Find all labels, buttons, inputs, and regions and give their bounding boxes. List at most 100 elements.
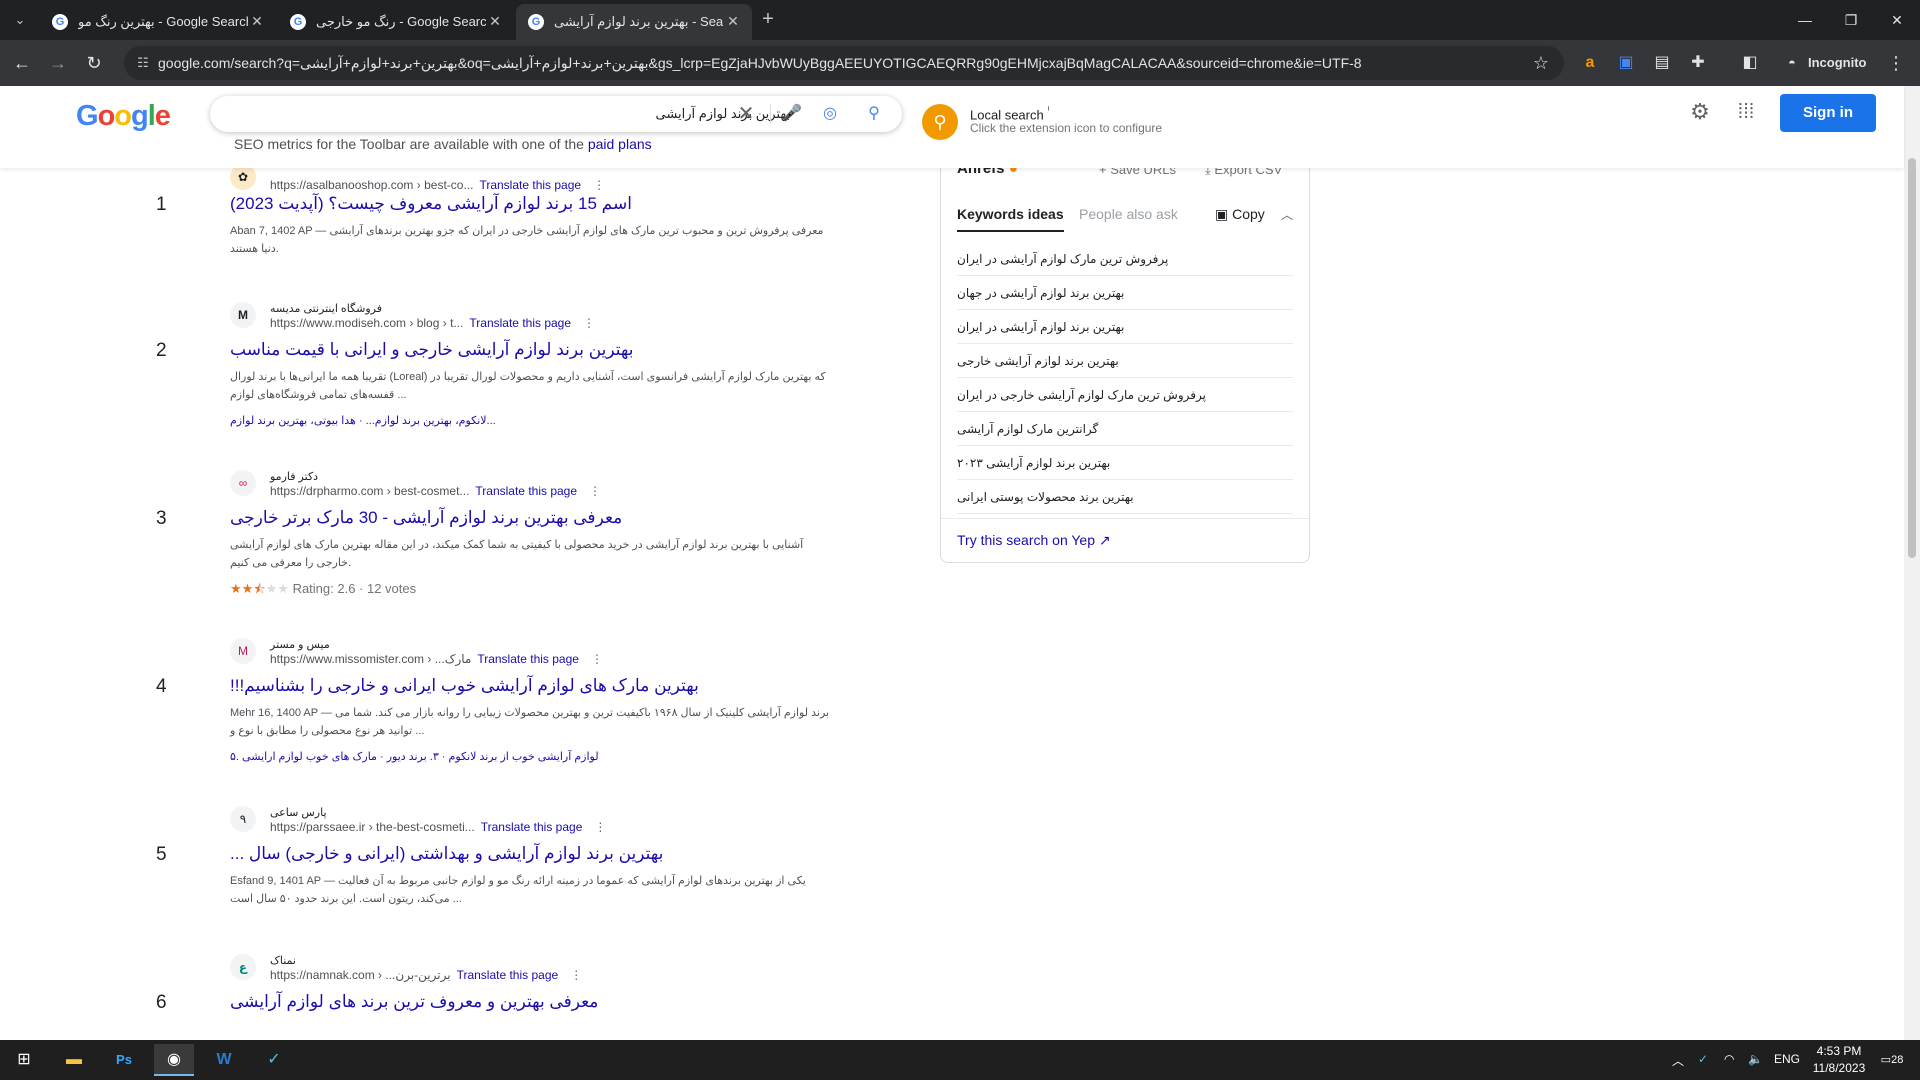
keyword-item[interactable]: پرفروش ترین مارک لوازم آرایشی در ایران	[957, 242, 1293, 276]
result-title[interactable]: بهترین برند لوازم آرایشی و بهداشتی (ایرا…	[230, 844, 663, 864]
result-more-icon[interactable]: ⋮	[591, 652, 603, 666]
result-sitelinks[interactable]: ۵. لوازم آرایشی خوب از برند لانکوم · ۳. …	[230, 750, 599, 763]
chrome-taskbar-icon[interactable]: ◉	[154, 1044, 194, 1076]
sidepanel-icon[interactable]: ◧	[1738, 51, 1762, 75]
back-icon[interactable]: ←	[10, 51, 34, 75]
tab-1[interactable]: بهترین رنگ مو - Google Search ✕	[40, 4, 276, 40]
result-title[interactable]: بهترین برند لوازم آرایشی خارجی و ایرانی …	[230, 340, 633, 360]
page-scrollbar-thumb[interactable]	[1908, 158, 1916, 558]
result-url-text[interactable]: https://drpharmo.com › best-cosmet...	[270, 484, 469, 498]
local-search-icon[interactable]: ⚲	[922, 104, 958, 140]
translate-extension-icon[interactable]: ▣	[1614, 51, 1638, 75]
result-more-icon[interactable]: ⋮	[594, 820, 606, 834]
volume-icon[interactable]: 🔈	[1748, 1052, 1763, 1066]
file-explorer-icon[interactable]: ▬	[54, 1044, 94, 1076]
tab-people-also-ask[interactable]: People also ask	[1079, 206, 1178, 230]
translate-link[interactable]: Translate this page	[469, 316, 571, 330]
yep-link-text[interactable]: Try this search on Yep	[957, 532, 1095, 548]
notification-icon[interactable]: ▭28	[1878, 1048, 1906, 1072]
reload-icon[interactable]: ↻	[82, 51, 106, 75]
search-box[interactable]: بهترین برند لوازم آرایشی ✕ 🎤 ◎ ⚲	[210, 96, 902, 132]
copy-button[interactable]: ▣ Copy	[1215, 206, 1265, 223]
amazon-extension-icon[interactable]: a	[1578, 51, 1602, 75]
translate-link[interactable]: Translate this page	[477, 652, 579, 666]
keyword-item[interactable]: بهترین برند لوازم آرایشی در جهان	[957, 276, 1293, 310]
wifi-icon[interactable]: ◠	[1724, 1052, 1734, 1066]
close-window-icon[interactable]: ✕	[1874, 0, 1920, 40]
result-url-text[interactable]: https://namnak.com › ...برترین-برن	[270, 968, 451, 982]
translate-link[interactable]: Translate this page	[475, 484, 577, 498]
clear-search-icon[interactable]: ✕	[734, 102, 758, 126]
keyword-item[interactable]: بهترین برند لوازم آرایشی خارجی	[957, 344, 1293, 378]
tab-keywords-ideas[interactable]: Keywords ideas	[957, 206, 1064, 232]
language-indicator[interactable]: ENG	[1774, 1052, 1800, 1066]
result-url[interactable]: https://asalbanooshop.com › best-co... Tr…	[270, 178, 605, 192]
search-input[interactable]: بهترین برند لوازم آرایشی	[590, 106, 790, 122]
translate-link[interactable]: Translate this page	[457, 968, 559, 982]
yep-search-link[interactable]: Try this search on Yep ↗	[957, 532, 1111, 549]
result-title[interactable]: معرفی بهترین برند لوازم آرایشی - 30 مارک…	[230, 508, 622, 528]
google-logo[interactable]: Google	[76, 100, 171, 133]
translate-link[interactable]: Translate this page	[479, 178, 581, 192]
extension-icon[interactable]: ▤	[1650, 51, 1674, 75]
windows-start-icon[interactable]: ⊞	[4, 1044, 44, 1076]
tab-2[interactable]: رنگ مو خارجی - Google Search ✕	[278, 4, 514, 40]
sign-in-button[interactable]: Sign in	[1780, 94, 1876, 132]
photoshop-icon[interactable]: Ps	[104, 1044, 144, 1076]
seo-notice-text: SEO metrics for the Toolbar are availabl…	[234, 136, 584, 152]
paid-plans-link[interactable]: paid plans	[588, 136, 652, 152]
close-tab-icon[interactable]: ✕	[248, 12, 266, 30]
puzzle-icon[interactable]: ✚	[1686, 51, 1710, 75]
star-icon[interactable]: ☆	[1530, 52, 1552, 74]
microphone-icon[interactable]: 🎤	[780, 102, 804, 126]
close-tab-icon[interactable]: ✕	[724, 12, 742, 30]
result-url-text[interactable]: https://www.missomister.com › ...مارک	[270, 652, 471, 666]
result-url[interactable]: https://www.modiseh.com › blog › t... Tra…	[270, 316, 595, 330]
keyword-item[interactable]: پرفروش ترین مارک لوازم آرایشی خارجی در ا…	[957, 378, 1293, 412]
tab-3-active[interactable]: بهترین برند لوازم آرایشی - Search ✕	[516, 4, 752, 40]
gear-icon[interactable]: ⚙	[1688, 100, 1712, 124]
keyword-item[interactable]: گرانترین مارک لوازم آرایشی	[957, 412, 1293, 446]
restore-icon[interactable]: ❐	[1828, 0, 1874, 40]
translate-link[interactable]: Translate this page	[481, 820, 583, 834]
word-icon[interactable]: W	[204, 1044, 244, 1076]
url-text[interactable]: google.com/search?q=بهترین+برند+لوازم+آر…	[158, 55, 1458, 72]
result-more-icon[interactable]: ⋮	[583, 316, 595, 330]
result-more-icon[interactable]: ⋮	[589, 484, 601, 498]
result-url-text[interactable]: https://www.modiseh.com › blog › t...	[270, 316, 463, 330]
new-tab-icon[interactable]: +	[756, 8, 780, 32]
lens-icon[interactable]: ◎	[818, 102, 842, 126]
address-bar[interactable]: ☷ google.com/search?q=بهترین+برند+لوازم+…	[124, 46, 1564, 80]
result-url-text[interactable]: https://asalbanooshop.com › best-co...	[270, 178, 473, 192]
chevron-up-icon[interactable]: ︿	[1281, 206, 1293, 223]
show-hidden-icons[interactable]: ︿	[1672, 1052, 1684, 1069]
site-info-icon[interactable]: ☷	[134, 54, 152, 72]
menu-kebab-icon[interactable]: ⋮	[1884, 51, 1908, 75]
result-site-name: میس و مستر	[270, 639, 330, 651]
search-icon[interactable]: ⚲	[862, 102, 886, 126]
result-url[interactable]: https://drpharmo.com › best-cosmet... Tra…	[270, 484, 601, 498]
result-url-text[interactable]: https://parssaee.ir › the-best-cosmeti..…	[270, 820, 475, 834]
result-title[interactable]: بهترین مارک های لوازم آرایشی خوب ایرانی …	[230, 676, 699, 696]
result-url[interactable]: https://www.missomister.com › ...مارک Tra…	[270, 652, 603, 666]
incognito-badge[interactable]: ◓ Incognito	[1774, 48, 1878, 78]
result-more-icon[interactable]: ⋮	[593, 178, 605, 192]
result-url[interactable]: https://parssaee.ir › the-best-cosmeti..…	[270, 820, 606, 834]
result-title[interactable]: اسم 15 برند لوازم آرایشی معروف چیست؟ (آپ…	[230, 194, 632, 214]
result-title[interactable]: معرفی بهترین و معروف ترین برند های لوازم…	[230, 992, 598, 1012]
keyword-item[interactable]: بهترین برند محصولات پوستی ایرانی	[957, 480, 1293, 514]
taskbar-clock[interactable]: 4:53 PM 11/8/2023	[1808, 1043, 1870, 1077]
result-more-icon[interactable]: ⋮	[570, 968, 582, 982]
apps-grid-icon[interactable]: ⁞⁞⁞	[1734, 100, 1758, 124]
keyword-item[interactable]: بهترین برند لوازم آرایشی ۲۰۲۳	[957, 446, 1293, 480]
keyword-item[interactable]: بهترین برند لوازم آرایشی در ایران	[957, 310, 1293, 344]
minimize-icon[interactable]: —	[1782, 0, 1828, 40]
close-tab-icon[interactable]: ✕	[486, 12, 504, 30]
tray-app-icon[interactable]: ✓	[1698, 1052, 1708, 1066]
app-v-icon[interactable]: ✓	[254, 1044, 294, 1076]
forward-icon[interactable]: →	[46, 51, 70, 75]
tab-list-icon[interactable]: ⌄	[8, 8, 32, 32]
result-url[interactable]: https://namnak.com › ...برترین-برن Transl…	[270, 968, 582, 982]
info-icon[interactable]: ⁱ	[1047, 105, 1049, 117]
result-sitelinks[interactable]: لانکوم، بهترین برند لوازم... · هدا بیوتی…	[230, 414, 496, 427]
